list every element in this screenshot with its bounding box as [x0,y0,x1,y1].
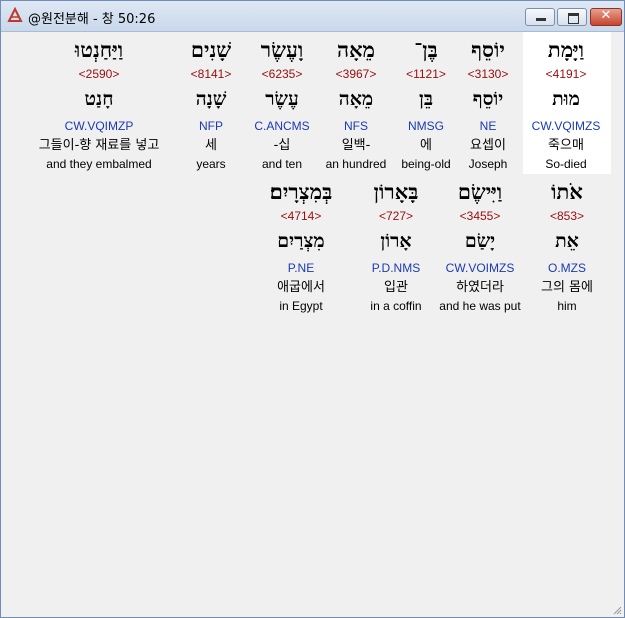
close-icon: ✕ [600,8,612,23]
maximize-icon [568,13,579,24]
korean-gloss: 그들이-향 재료를 넣고 [38,138,160,153]
korean-gloss: 애굽에서 [277,280,325,295]
minimize-icon [536,18,546,21]
maximize-button[interactable] [557,8,587,26]
parsing-code: CW.VQIMZP [64,119,134,133]
lemma-word: מִצְרַיִם [277,230,325,252]
title-bar[interactable]: @원전분해 - 창 50:26 ✕ [1,1,624,32]
strong-number[interactable]: <4714> [201,208,401,224]
app-window: @원전분해 - 창 50:26 ✕ וַיָּמָת <4191> מוּת CW.V… [0,0,625,618]
english-gloss: in Egypt [279,299,323,313]
english-gloss: and they embalmed [46,157,152,171]
close-button[interactable]: ✕ [590,8,622,26]
strong-number[interactable]: <2590> [0,66,199,82]
parsing-code: P.NE [287,261,315,275]
hebrew-word[interactable]: וַיַּחַנְטוּ [0,37,199,63]
lemma-word: חָנַט [84,88,114,110]
resize-grip-icon[interactable] [612,605,622,615]
minimize-button[interactable] [525,8,555,26]
hebrew-word[interactable]: בְּמִצְרָיִם׃ [201,179,401,205]
window-title: @원전분해 - 창 50:26 [28,12,156,27]
app-logo-icon [7,7,23,22]
